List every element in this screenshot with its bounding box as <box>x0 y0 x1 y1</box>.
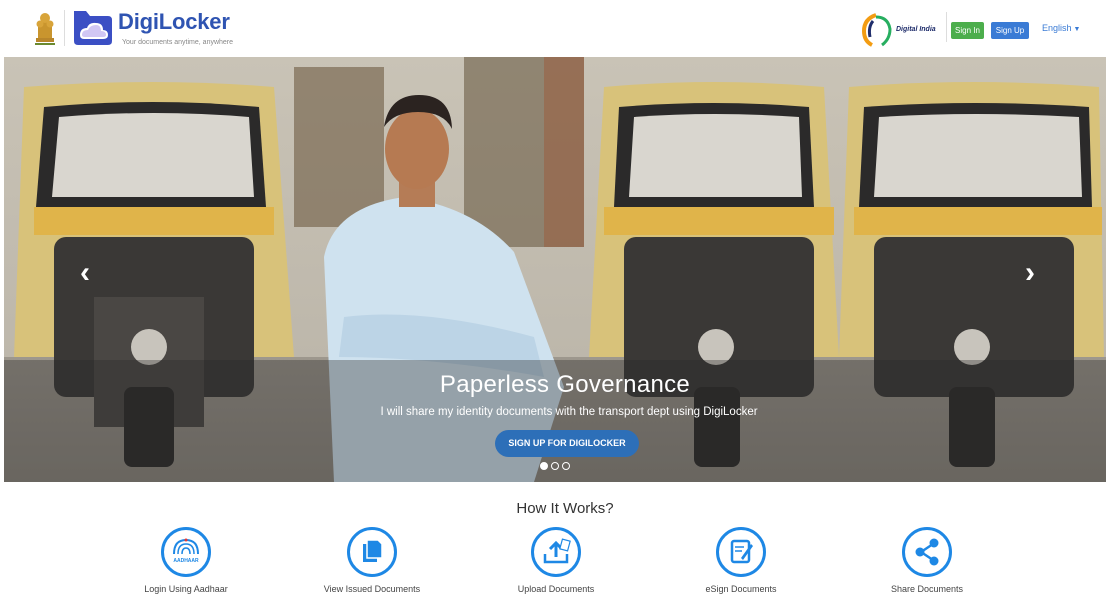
step-label: View Issued Documents <box>323 584 421 594</box>
carousel-dot-3[interactable] <box>562 462 570 470</box>
share-icon <box>902 527 952 577</box>
brand-name[interactable]: DigiLocker <box>118 9 230 35</box>
national-emblem-icon <box>35 13 55 45</box>
digital-india-text: Digital India <box>896 26 936 33</box>
hero-subtitle: I will share my identity documents with … <box>380 406 758 418</box>
sign-in-button[interactable]: Sign In <box>951 22 984 39</box>
step-label: eSign Documents <box>705 584 777 594</box>
aadhaar-icon: AADHAAR <box>161 527 211 577</box>
hero-carousel: Paperless Governance I will share my ide… <box>4 57 1106 482</box>
header-divider <box>64 10 65 46</box>
step-login-aadhaar[interactable]: AADHAAR Login Using Aadhaar <box>121 527 251 594</box>
hero-title: Paperless Governance <box>439 371 691 398</box>
step-esign[interactable]: eSign Documents <box>676 527 806 594</box>
chevron-down-icon: ▼ <box>1073 26 1081 33</box>
carousel-dot-1[interactable] <box>540 462 548 470</box>
sign-up-cta-button[interactable]: SIGN UP FOR DIGILOCKER <box>495 430 639 457</box>
step-label: Share Documents <box>890 584 964 594</box>
how-it-works-heading: How It Works? <box>516 500 614 517</box>
carousel-indicators <box>540 462 570 472</box>
esign-icon <box>716 527 766 577</box>
upload-icon <box>531 527 581 577</box>
language-label: English <box>1042 23 1072 33</box>
step-upload[interactable]: Upload Documents <box>491 527 621 594</box>
carousel-next-icon[interactable]: › <box>1025 256 1035 290</box>
digilocker-logo-icon[interactable] <box>70 7 116 47</box>
brand-tagline: Your documents anytime, anywhere <box>122 39 234 46</box>
language-selector[interactable]: English ▼ <box>1042 23 1080 33</box>
header-divider-right <box>946 12 947 42</box>
aadhaar-badge-text: AADHAAR <box>173 558 199 564</box>
step-label: Upload Documents <box>517 584 595 594</box>
sign-up-button[interactable]: Sign Up <box>991 22 1029 39</box>
step-share[interactable]: Share Documents <box>862 527 992 594</box>
carousel-dot-2[interactable] <box>551 462 559 470</box>
step-view-issued[interactable]: View Issued Documents <box>307 527 437 594</box>
carousel-prev-icon[interactable]: ‹ <box>80 256 90 290</box>
site-header: DigiLocker Your documents anytime, anywh… <box>0 0 1110 56</box>
step-label: Login Using Aadhaar <box>144 584 228 594</box>
documents-icon <box>347 527 397 577</box>
